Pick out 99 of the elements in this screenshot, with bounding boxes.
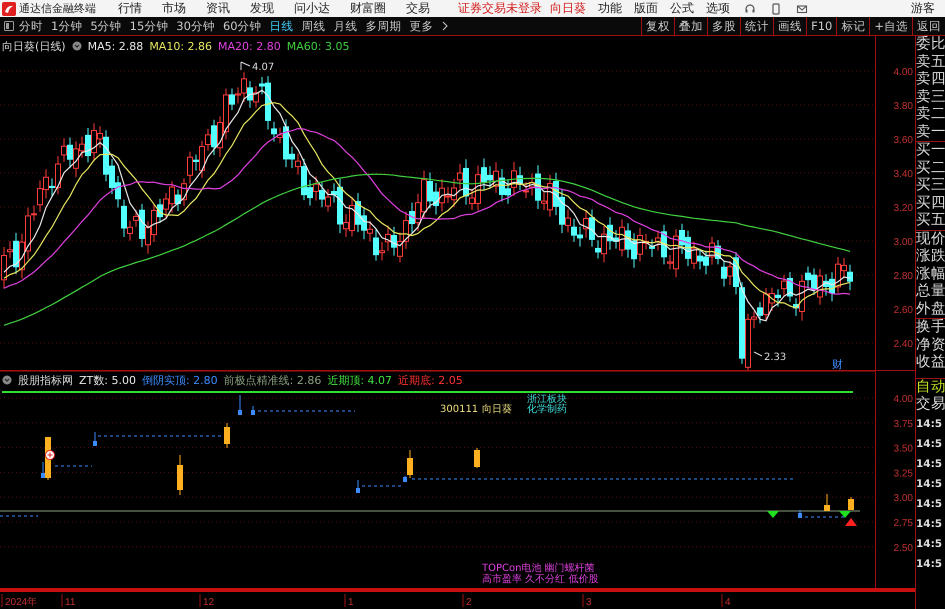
ma-value: MA60: 3.05 bbox=[286, 40, 350, 52]
menu-item[interactable]: 版面 bbox=[634, 0, 658, 17]
toolbar-button[interactable]: 复权 bbox=[641, 17, 674, 35]
ma-value: MA5: 2.88 bbox=[88, 40, 144, 52]
user-label[interactable]: 游客 bbox=[911, 0, 935, 17]
stock-name: 向日葵 bbox=[482, 404, 512, 415]
menu-item[interactable]: 选项 bbox=[706, 0, 730, 17]
toolbar-button[interactable]: 返回 bbox=[912, 17, 945, 35]
indicator-axis-label: 2.75 bbox=[894, 518, 913, 529]
menu-item[interactable]: 财富圈 bbox=[350, 0, 386, 17]
trade-time: 14:5 bbox=[916, 436, 944, 452]
price-axis-label: 3.60 bbox=[894, 135, 913, 146]
menu-item[interactable]: 公式 bbox=[670, 0, 694, 17]
period-tab[interactable]: 多周期 bbox=[366, 18, 402, 34]
date-axis-label: 11 bbox=[65, 597, 76, 608]
menu-item[interactable]: 行情 bbox=[118, 0, 142, 17]
sector-text: 浙江板块 bbox=[527, 394, 567, 405]
indicator-axis-label: 3.00 bbox=[894, 493, 913, 504]
period-tab[interactable]: 5分钟 bbox=[90, 18, 122, 34]
trade-label: 交易 bbox=[916, 396, 945, 414]
trade-time: 14:5 bbox=[916, 556, 944, 572]
price-axis-label: 2.40 bbox=[894, 339, 913, 350]
ma-value: MA10: 2.86 bbox=[149, 40, 212, 52]
period-tab[interactable]: 月线 bbox=[334, 18, 358, 34]
high-price-label: 4.07 bbox=[252, 62, 274, 73]
toolbar-button[interactable]: +自选 bbox=[869, 17, 912, 35]
menu-item[interactable]: 功能 bbox=[598, 0, 622, 17]
sector-text: 化学制药 bbox=[527, 404, 567, 415]
price-axis-label: 3.20 bbox=[894, 203, 913, 214]
ma-value: MA20: 2.80 bbox=[218, 40, 281, 52]
quote-label: 卖二 bbox=[916, 106, 945, 124]
stock-code: 300111 bbox=[440, 404, 478, 415]
indicator-axis-label: 3.25 bbox=[894, 468, 913, 480]
toolbar-button[interactable]: 统计 bbox=[740, 17, 774, 35]
quote-label: 卖三 bbox=[916, 88, 945, 106]
finance-marker[interactable]: 财 bbox=[832, 358, 843, 370]
toolbar-button[interactable]: 叠加 bbox=[674, 17, 708, 35]
date-axis-label: 3 bbox=[586, 597, 592, 608]
quote-label: 买一 bbox=[916, 142, 945, 160]
date-axis-label: 12 bbox=[203, 597, 214, 608]
low-price-label: 2.33 bbox=[764, 352, 786, 363]
concept-text: 高市盈率 久不分红 低价股 bbox=[482, 574, 598, 585]
indicator-axis-label: 2.50 bbox=[894, 542, 913, 554]
period-tab[interactable]: 分时 bbox=[19, 18, 43, 34]
trade-time: 14:5 bbox=[916, 516, 944, 532]
concept-text: TOPCon电池 幽门螺杆菌 bbox=[482, 563, 595, 574]
stock-name: 向日葵 bbox=[550, 0, 586, 17]
date-axis-label: 4 bbox=[725, 597, 731, 608]
quote-label: 卖四 bbox=[916, 71, 945, 88]
trade-time: 14:5 bbox=[916, 476, 944, 492]
toolbar-button[interactable]: 画线 bbox=[773, 17, 806, 35]
quote-label: 委比 bbox=[916, 36, 945, 54]
indicator-value: 近期底: 2.05 bbox=[398, 372, 463, 388]
trade-time: 14:5 bbox=[916, 496, 944, 512]
indicator-axis-label: 3.75 bbox=[894, 418, 913, 430]
period-tab[interactable]: 30分钟 bbox=[176, 18, 215, 34]
trade-time: 14:5 bbox=[916, 456, 944, 472]
period-tab[interactable]: 60分钟 bbox=[222, 18, 262, 34]
period-tab[interactable]: 日线 bbox=[270, 18, 294, 34]
indicator-value: 前极点精准线: 2.86 bbox=[224, 372, 322, 388]
price-axis-label: 3.40 bbox=[894, 169, 913, 180]
toolbar-button[interactable]: 多股 bbox=[707, 17, 740, 35]
price-axis-label: 3.80 bbox=[894, 101, 913, 112]
quote-label: 涨幅 bbox=[916, 266, 945, 283]
indicator-axis-label: 4.00 bbox=[894, 394, 913, 405]
quote-label: 买三 bbox=[916, 177, 945, 194]
trade-time: 14:5 bbox=[916, 416, 944, 432]
date-axis-label: 2024年 bbox=[5, 597, 38, 608]
price-axis-label: 2.60 bbox=[894, 305, 913, 316]
menu-item[interactable]: 发现 bbox=[250, 0, 274, 17]
more-tab[interactable]: 更多 bbox=[410, 18, 434, 34]
date-axis-label: 1 bbox=[348, 597, 354, 608]
login-status[interactable]: 证券交易未登录 bbox=[458, 0, 542, 17]
menu-item[interactable]: 市场 bbox=[162, 0, 186, 17]
indicator-value: 近期顶: 4.07 bbox=[327, 372, 392, 388]
toolbar-button[interactable]: F10 bbox=[806, 17, 836, 35]
indicator-title: 股朋指标网 bbox=[18, 372, 73, 388]
quote-label: 买二 bbox=[916, 160, 945, 177]
price-axis-label: 2.80 bbox=[894, 271, 913, 282]
chart-title: 向日葵(日线) bbox=[2, 38, 66, 54]
auto-trade-tab[interactable]: 自动 bbox=[916, 378, 945, 396]
quote-label: 买四 bbox=[916, 194, 945, 212]
app-title: 通达信金融终端 bbox=[19, 1, 96, 16]
price-axis-label: 4.00 bbox=[894, 67, 913, 78]
date-axis-label: 2 bbox=[466, 597, 472, 608]
trade-time: 14:5 bbox=[916, 536, 944, 552]
menu-item[interactable]: 问小达 bbox=[294, 0, 330, 17]
menu-item[interactable]: 资讯 bbox=[206, 0, 230, 17]
indicator-value: 倒阴实顶: 2.80 bbox=[142, 372, 218, 388]
period-tab[interactable]: 15分钟 bbox=[130, 18, 168, 34]
period-tab[interactable]: 周线 bbox=[302, 18, 326, 34]
quote-label: 卖一 bbox=[916, 124, 945, 142]
indicator-value: ZT数: 5.00 bbox=[79, 372, 136, 388]
price-axis-label: 3.00 bbox=[894, 237, 913, 248]
indicator-axis-label: 3.50 bbox=[894, 444, 913, 455]
quote-label: 净资 bbox=[916, 336, 945, 354]
toolbar-button[interactable]: 标记 bbox=[836, 17, 870, 35]
menu-item[interactable]: 交易 bbox=[406, 0, 430, 17]
period-tab[interactable]: 1分钟 bbox=[51, 18, 82, 34]
